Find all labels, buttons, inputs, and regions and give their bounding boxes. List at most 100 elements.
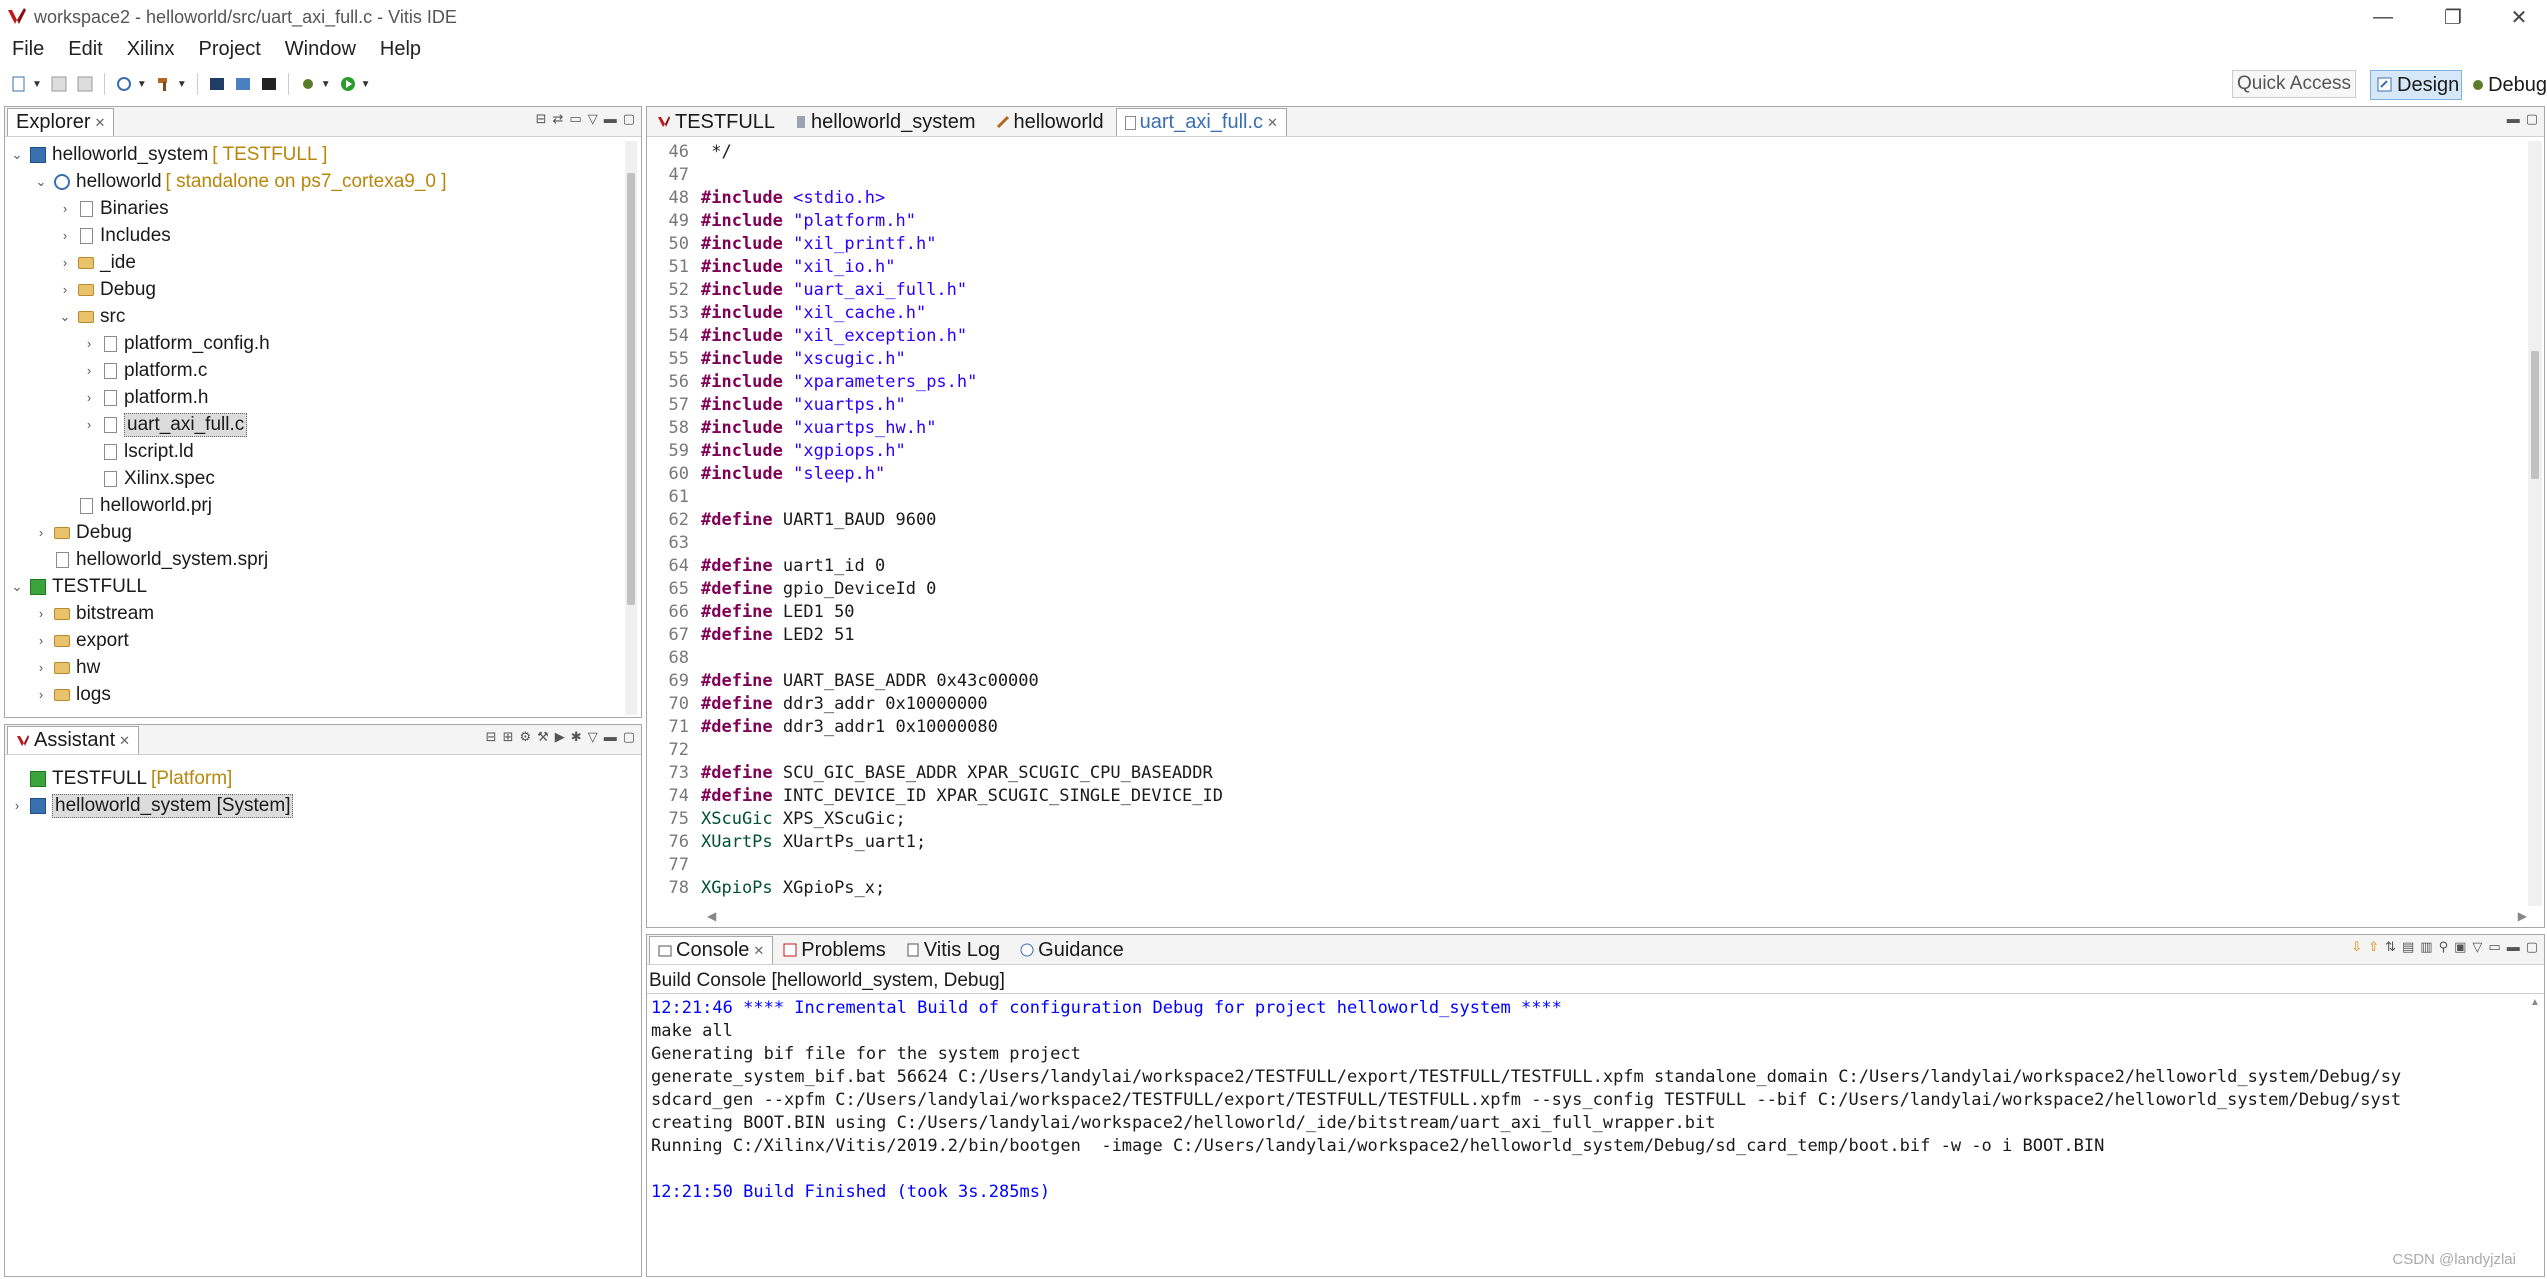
settings-icon[interactable]: ⚙ [519, 729, 531, 745]
terminal-icon[interactable] [206, 73, 228, 95]
pin-console-icon[interactable]: ⚲ [2439, 939, 2449, 955]
tree-item-helloworld-prj[interactable]: helloworld.prj [5, 492, 621, 519]
view-menu-icon[interactable]: ▽ [588, 729, 598, 745]
link-editor-icon[interactable]: ⇄ [553, 111, 564, 127]
close-window-button[interactable]: ✕ [2491, 0, 2547, 34]
tree-item-helloworld[interactable]: ⌄ helloworld[ standalone on ps7_cortexa9… [5, 168, 621, 195]
debug-perspective-button[interactable]: Debug [2466, 70, 2547, 100]
word-wrap-icon[interactable]: ▥ [2420, 939, 2432, 955]
tree-item-xilinx-spec[interactable]: Xilinx.spec [5, 465, 621, 492]
chevron-right-icon[interactable]: › [33, 525, 49, 540]
clear-console-icon[interactable]: ▤ [2402, 939, 2414, 955]
scroll-down-icon[interactable]: ⇩ [2351, 939, 2362, 955]
new-dropdown-icon[interactable]: ▼ [32, 79, 42, 90]
tree-item-debug-system[interactable]: › Debug [5, 519, 621, 546]
maximize-view-icon[interactable]: ▢ [623, 729, 635, 745]
console-icon[interactable] [258, 73, 280, 95]
minimize-view-icon[interactable]: ▬ [2507, 939, 2520, 955]
minimize-view-icon[interactable]: ▬ [604, 729, 617, 745]
tree-item-ide[interactable]: › _ide [5, 249, 621, 276]
display-console-icon[interactable]: ▣ [2454, 939, 2466, 955]
maximize-button[interactable]: ❐ [2425, 0, 2481, 34]
tree-item-platform-c[interactable]: › platform.c [5, 357, 621, 384]
sync-icon[interactable] [113, 73, 135, 95]
chevron-right-icon[interactable]: › [81, 363, 97, 378]
scroll-right-icon[interactable]: ▶ [2518, 909, 2527, 925]
chevron-right-icon[interactable]: › [57, 201, 73, 216]
collapse-all-icon[interactable]: ⊟ [536, 111, 547, 127]
debug-dropdown-icon[interactable]: ▼ [321, 79, 331, 90]
scroll-up-icon[interactable]: ▲ [2530, 997, 2540, 1008]
sync-dropdown-icon[interactable]: ▼ [137, 79, 147, 90]
build-hammer-icon[interactable]: ⚒ [537, 729, 549, 745]
tab-guidance[interactable]: Guidance [1010, 936, 1134, 964]
console-output[interactable]: 12:21:46 **** Incremental Build of confi… [651, 997, 2521, 1267]
editor-scrollbar-thumb[interactable] [2531, 351, 2539, 479]
menu-edit[interactable]: Edit [56, 38, 114, 61]
explorer-scrollbar-thumb[interactable] [627, 173, 635, 605]
explorer-scrollbar[interactable] [625, 141, 637, 715]
tab-uart-axi-full-c[interactable]: uart_axi_full.c ✕ [1115, 108, 1287, 136]
maximize-view-icon[interactable]: ▢ [2526, 939, 2538, 955]
scroll-up-icon[interactable]: ⇧ [2368, 939, 2379, 955]
close-icon[interactable]: ✕ [1267, 115, 1278, 131]
design-perspective-button[interactable]: Design [2370, 70, 2462, 100]
build-dropdown-icon[interactable]: ▼ [177, 79, 187, 90]
chevron-right-icon[interactable]: › [57, 228, 73, 243]
minimize-button[interactable]: — [2355, 0, 2411, 34]
tree-item-helloworld-system[interactable]: ⌄ helloworld_system[ TESTFULL ] [5, 141, 621, 168]
chevron-right-icon[interactable]: › [57, 282, 73, 297]
menu-project[interactable]: Project [187, 38, 273, 61]
chevron-right-icon[interactable]: › [81, 336, 97, 351]
network-icon[interactable] [232, 73, 254, 95]
close-icon[interactable]: ✕ [94, 115, 105, 131]
view-menu-icon[interactable]: ▽ [588, 111, 598, 127]
menu-xilinx[interactable]: Xilinx [115, 38, 187, 61]
menu-file[interactable]: File [0, 38, 56, 61]
expand-all-icon[interactable]: ⊞ [503, 729, 514, 745]
tree-item-platform-config-h[interactable]: › platform_config.h [5, 330, 621, 357]
chevron-right-icon[interactable]: › [33, 660, 49, 675]
close-icon[interactable]: ✕ [753, 943, 764, 959]
chevron-right-icon[interactable]: › [33, 606, 49, 621]
filter-icon[interactable]: ▭ [569, 111, 581, 127]
tree-item-bitstream[interactable]: › bitstream [5, 600, 621, 627]
tree-item-src[interactable]: ⌄ src [5, 303, 621, 330]
menu-window[interactable]: Window [273, 38, 368, 61]
close-icon[interactable]: ✕ [119, 733, 130, 749]
minimize-view-icon[interactable]: ▬ [604, 111, 617, 127]
tree-item-debug[interactable]: › Debug [5, 276, 621, 303]
run-dropdown-icon[interactable]: ▼ [361, 79, 371, 90]
chevron-down-icon[interactable]: ⌄ [57, 309, 73, 325]
chevron-down-icon[interactable]: ⌄ [9, 579, 25, 595]
chevron-right-icon[interactable]: › [57, 255, 73, 270]
editor-horizontal-scrollbar[interactable]: ◀ ▶ [707, 909, 2527, 925]
chevron-right-icon[interactable]: › [33, 633, 49, 648]
assistant-item-testfull[interactable]: TESTFULL [Platform] [5, 765, 635, 792]
open-console-icon[interactable]: ▽ [2472, 939, 2482, 955]
tree-item-uart-axi-full-c[interactable]: › uart_axi_full.c [5, 411, 621, 438]
maximize-view-icon[interactable]: ▢ [623, 111, 635, 127]
tree-item-lscript[interactable]: lscript.ld [5, 438, 621, 465]
minimize-view-icon[interactable]: ▬ [2507, 111, 2520, 127]
chevron-right-icon[interactable]: › [81, 390, 97, 405]
tab-helloworld[interactable]: helloworld [986, 108, 1114, 136]
build-hammer-icon[interactable] [153, 73, 175, 95]
save-all-icon[interactable] [74, 73, 96, 95]
menu-help[interactable]: Help [368, 38, 433, 61]
tab-testfull[interactable]: TESTFULL [647, 108, 785, 136]
tree-item-testfull[interactable]: ⌄ TESTFULL [5, 573, 621, 600]
editor-vertical-scrollbar[interactable] [2528, 141, 2542, 906]
quick-access-field[interactable]: Quick Access [2232, 70, 2356, 98]
tree-item-export[interactable]: › export [5, 627, 621, 654]
scroll-left-icon[interactable]: ◀ [707, 909, 716, 925]
tab-explorer[interactable]: Explorer ✕ [7, 108, 115, 136]
tab-assistant[interactable]: Assistant ✕ [7, 726, 140, 754]
collapse-all-icon[interactable]: ⊟ [486, 729, 497, 745]
chevron-right-icon[interactable]: › [9, 798, 25, 813]
tree-item-hw[interactable]: › hw [5, 654, 621, 681]
chevron-down-icon[interactable]: ⌄ [33, 174, 49, 190]
tree-item-includes[interactable]: › Includes [5, 222, 621, 249]
maximize-view-icon[interactable]: ▢ [2526, 111, 2538, 127]
tab-helloworld-system[interactable]: helloworld_system [785, 108, 986, 136]
